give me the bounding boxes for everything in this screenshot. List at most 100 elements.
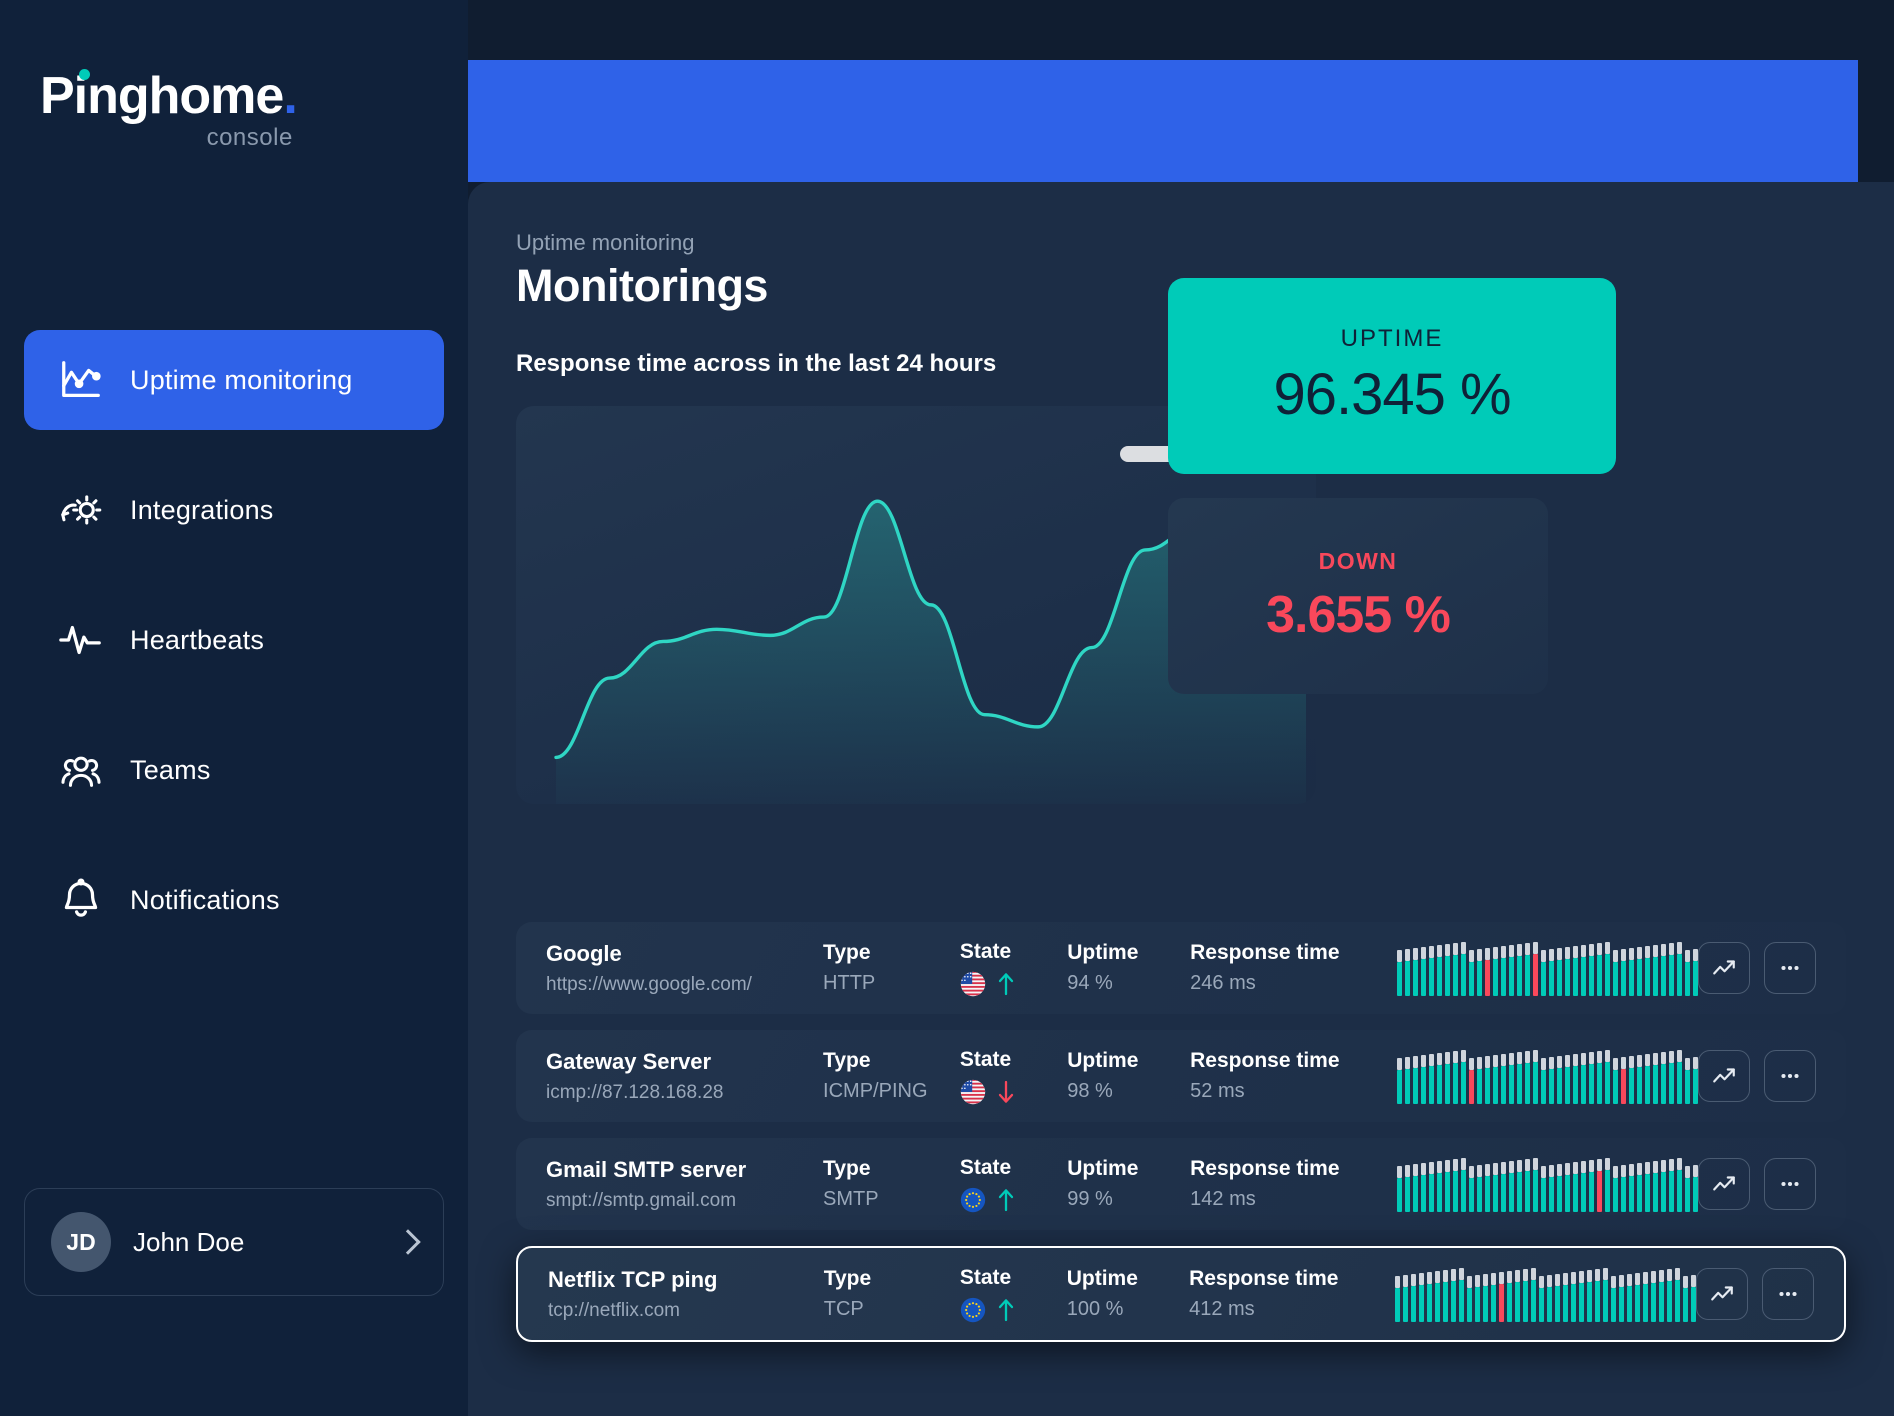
sparkline-bar <box>1581 1053 1586 1104</box>
sparkline-bar-cap <box>1629 948 1634 960</box>
sidebar-item-notifications[interactable]: Notifications <box>24 850 444 950</box>
column-header-type: Type <box>823 941 871 964</box>
sparkline-bar <box>1653 945 1658 996</box>
column-header-state: State <box>959 939 1012 963</box>
brand-logo: Pinghome. console <box>40 69 298 152</box>
line-chart-icon <box>58 357 104 403</box>
sparkline-bar-cap <box>1565 1055 1570 1067</box>
column-header-type: Type <box>823 1267 872 1290</box>
sparkline-bar-cap <box>1490 1273 1496 1285</box>
sparkline-bar-cap <box>1474 1275 1480 1287</box>
sparkline-bar <box>1429 946 1434 996</box>
more-options-icon-button[interactable] <box>1762 1268 1814 1320</box>
sparkline-bar-cap <box>1621 949 1626 961</box>
sparkline-bar-cap <box>1429 946 1434 958</box>
sparkline-bar <box>1397 950 1402 996</box>
sparkline-bar-cap <box>1589 1160 1594 1172</box>
sparkline-bar-cap <box>1682 1276 1688 1288</box>
uptime-sparkline <box>1394 1266 1696 1322</box>
sidebar-item-uptime-monitoring[interactable]: Uptime monitoring <box>24 330 444 430</box>
sparkline-bar-cap <box>1645 1162 1650 1174</box>
sparkline-bar <box>1437 945 1442 996</box>
sparkline-bar-cap <box>1549 1165 1554 1177</box>
monitor-type-value: HTTP <box>823 972 876 994</box>
sparkline-bar-cap <box>1565 1163 1570 1175</box>
sparkline-bar-cap <box>1677 942 1682 954</box>
monitor-response-cell: Response time 412 ms <box>1189 1267 1389 1321</box>
trend-up-icon-button[interactable] <box>1698 1050 1750 1102</box>
table-row[interactable]: Google https://www.google.com/ Type HTTP… <box>516 922 1846 1014</box>
more-options-icon-button[interactable] <box>1764 1050 1816 1102</box>
sparkline-bar <box>1538 1276 1544 1322</box>
sparkline-bar-cap <box>1485 948 1490 960</box>
table-row[interactable]: Netflix TCP ping tcp://netflix.com Type … <box>516 1246 1846 1342</box>
sparkline-bar <box>1541 1166 1546 1212</box>
uptime-sparkline <box>1397 1048 1698 1104</box>
sparkline-bar-cap <box>1397 1058 1402 1070</box>
uptime-sparkline <box>1397 1156 1698 1212</box>
sparkline-bar-cap <box>1669 943 1674 955</box>
sparkline-bar-cap <box>1493 1163 1498 1175</box>
table-row[interactable]: Gateway Server icmp://87.128.168.28 Type… <box>516 1030 1846 1122</box>
sparkline-bar <box>1629 1164 1634 1212</box>
monitor-state-value <box>960 1297 1067 1323</box>
monitor-identity: Netflix TCP ping tcp://netflix.com <box>548 1267 824 1322</box>
column-header-uptime: Uptime <box>1067 1049 1139 1072</box>
sparkline-bar <box>1581 1161 1586 1212</box>
brand-name: Pinghome. <box>40 69 298 122</box>
sparkline-bar <box>1597 1051 1602 1104</box>
sidebar-item-teams[interactable]: Teams <box>24 720 444 820</box>
sparkline-bar <box>1693 949 1698 996</box>
sparkline-bar <box>1613 1058 1618 1104</box>
sidebar-nav: Uptime monitoring Integrations Heartbeat… <box>24 330 444 950</box>
sparkline-bar-cap <box>1469 1166 1474 1178</box>
uptime-sparkline <box>1397 940 1698 996</box>
sparkline-bar <box>1677 1158 1682 1212</box>
sparkline-bar <box>1557 948 1562 996</box>
sparkline-bar-cap <box>1421 947 1426 959</box>
sparkline-bar <box>1442 1270 1448 1322</box>
sparkline-bar-cap <box>1565 947 1570 959</box>
monitor-uptime-cell: Uptime 99 % <box>1067 1157 1190 1211</box>
trend-up-icon-button[interactable] <box>1698 942 1750 994</box>
user-profile-card[interactable]: JD John Doe <box>24 1188 444 1296</box>
trend-up-icon-button[interactable] <box>1698 1158 1750 1210</box>
row-actions <box>1698 942 1816 994</box>
sparkline-bar <box>1498 1272 1504 1322</box>
sparkline-bar <box>1605 942 1610 996</box>
sparkline-bar-cap <box>1525 1051 1530 1063</box>
bell-icon <box>58 877 104 923</box>
sparkline-bar-cap <box>1434 1271 1440 1283</box>
more-options-icon-button[interactable] <box>1764 942 1816 994</box>
sparkline-bar-cap <box>1602 1268 1608 1280</box>
sparkline-bar-cap <box>1685 950 1690 962</box>
sparkline-bar <box>1613 950 1618 996</box>
sparkline-bar <box>1690 1275 1696 1322</box>
sparkline-bar-cap <box>1437 945 1442 957</box>
column-header-uptime: Uptime <box>1067 941 1139 964</box>
sparkline-bar-cap <box>1530 1268 1536 1280</box>
sparkline-bar-cap <box>1597 1051 1602 1063</box>
sidebar-item-integrations[interactable]: Integrations <box>24 460 444 560</box>
sidebar: Pinghome. console Uptime monitoring Inte… <box>0 0 468 1416</box>
trend-up-icon-button[interactable] <box>1696 1268 1748 1320</box>
sparkline-bar-cap <box>1661 1160 1666 1172</box>
sparkline-bar <box>1653 1053 1658 1104</box>
sparkline-bar <box>1445 1160 1450 1212</box>
sidebar-item-heartbeats[interactable]: Heartbeats <box>24 590 444 690</box>
sparkline-bar-cap <box>1501 946 1506 958</box>
sidebar-item-label: Notifications <box>130 884 280 915</box>
us-flag-icon <box>960 1079 986 1104</box>
sparkline-bar <box>1693 1165 1698 1212</box>
sparkline-bar <box>1669 943 1674 996</box>
monitor-url: icmp://87.128.168.28 <box>546 1081 724 1103</box>
logo-dot-icon <box>79 69 90 80</box>
sparkline-bar <box>1493 1055 1498 1104</box>
sparkline-bar-cap <box>1605 1050 1610 1062</box>
sparkline-bar-cap <box>1677 1050 1682 1062</box>
sparkline-bar <box>1610 1276 1616 1322</box>
more-options-icon-button[interactable] <box>1764 1158 1816 1210</box>
table-row[interactable]: Gmail SMTP server smpt://smtp.gmail.com … <box>516 1138 1846 1230</box>
sparkline-bar <box>1477 1057 1482 1104</box>
sparkline-bar <box>1602 1268 1608 1322</box>
